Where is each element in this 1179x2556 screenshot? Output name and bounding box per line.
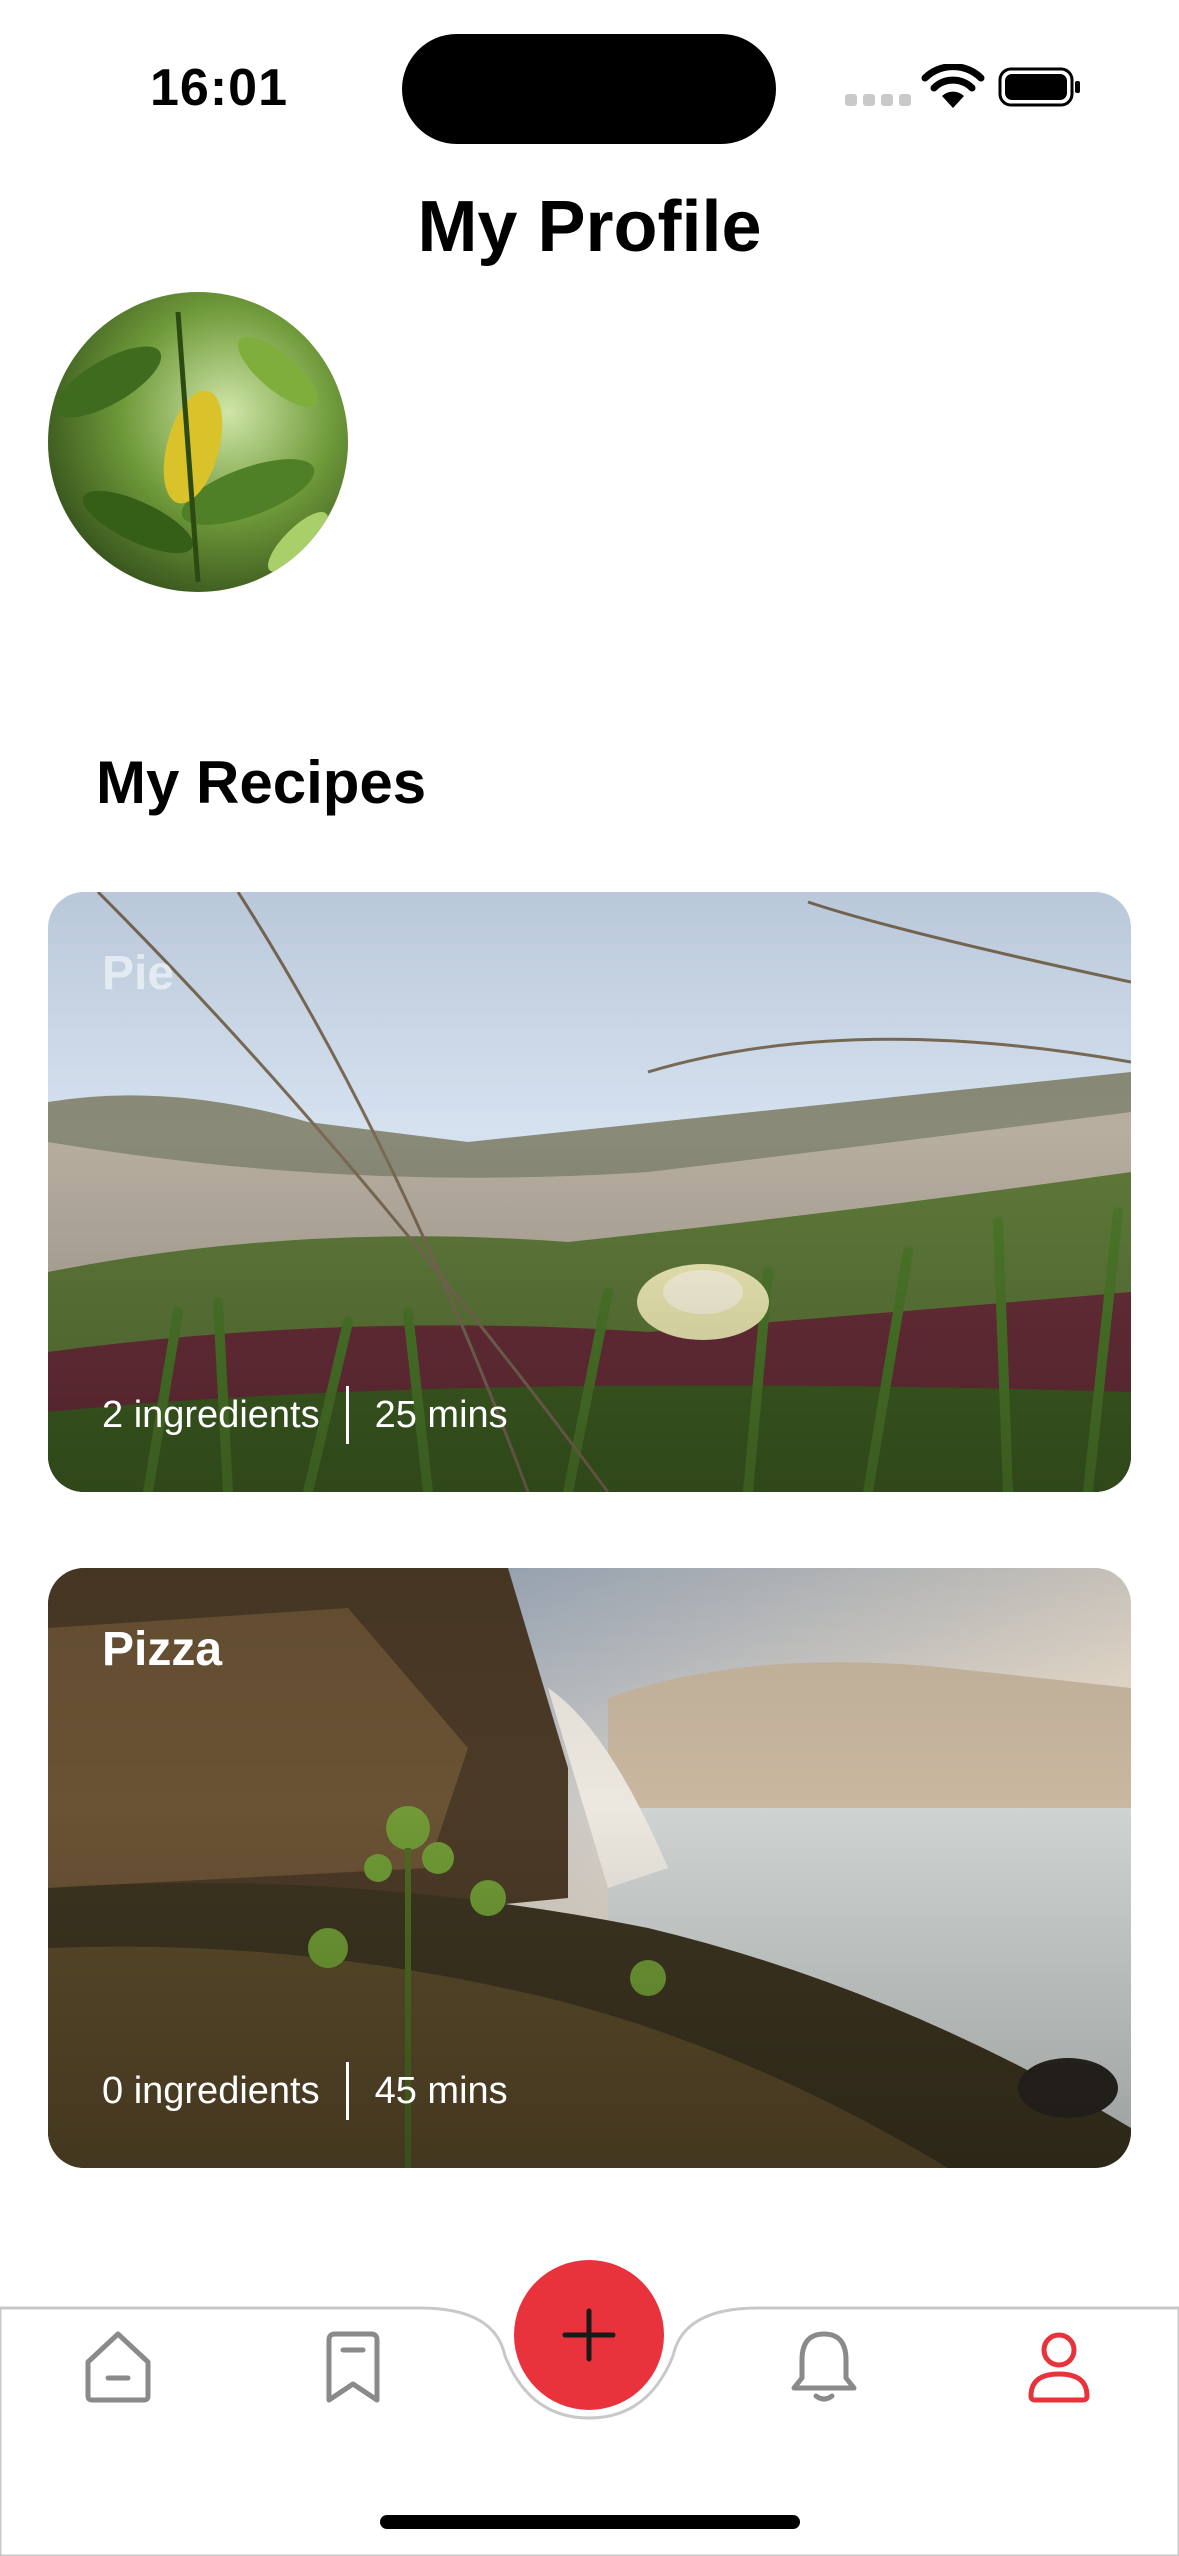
recipe-meta: 0 ingredients 45 mins — [102, 2062, 508, 2120]
battery-icon — [998, 67, 1080, 107]
recipe-card[interactable]: Pizza 0 ingredients 45 mins — [48, 1568, 1131, 2168]
recipe-card[interactable]: Pie 2 ingredients 25 mins — [48, 892, 1131, 1492]
meta-divider — [345, 1386, 349, 1444]
section-title: My Recipes — [96, 749, 427, 816]
profile-icon[interactable] — [1019, 2326, 1099, 2406]
cellular-signal-icon — [845, 94, 911, 106]
home-indicator — [380, 2515, 800, 2529]
meta-divider — [345, 2062, 349, 2120]
bell-icon[interactable] — [784, 2326, 864, 2406]
recipe-meta: 2 ingredients 25 mins — [102, 1386, 508, 1444]
profile-photo-leaf — [48, 292, 348, 592]
home-icon[interactable] — [78, 2326, 158, 2406]
recipe-duration: 45 mins — [374, 2069, 508, 2112]
status-time: 16:01 — [150, 59, 288, 117]
wifi-icon — [921, 64, 985, 108]
page-title: My Profile — [417, 187, 762, 267]
recipe-title: Pie — [102, 947, 175, 1000]
recipe-ingredients: 0 ingredients — [102, 2069, 320, 2112]
recipe-ingredients: 2 ingredients — [102, 1393, 320, 1436]
bookmark-icon[interactable] — [313, 2326, 393, 2406]
recipe-title: Pizza — [102, 1623, 223, 1676]
add-recipe-button[interactable] — [514, 2260, 664, 2410]
recipe-duration: 25 mins — [374, 1393, 508, 1436]
avatar[interactable] — [48, 292, 348, 592]
dynamic-island — [402, 34, 776, 144]
plus-icon — [562, 2308, 616, 2362]
